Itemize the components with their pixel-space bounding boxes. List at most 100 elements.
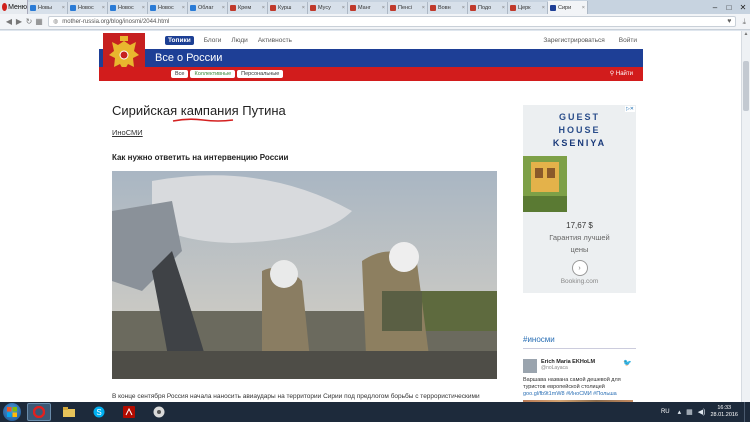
window-controls: – □ ✕	[708, 0, 750, 14]
tab-label: Новос	[78, 5, 94, 11]
folder-icon	[63, 407, 75, 417]
browser-tab[interactable]: Новос ×	[108, 2, 148, 14]
close-tab-icon[interactable]: ×	[182, 5, 185, 11]
site-title[interactable]: Все о России	[155, 52, 222, 64]
close-tab-icon[interactable]: ×	[502, 5, 505, 11]
maximize-icon[interactable]: □	[722, 3, 736, 12]
register-link[interactable]: Зарегистрироваться	[543, 37, 604, 44]
tab-label: Подо	[478, 5, 492, 11]
download-icon[interactable]: ⤓	[742, 17, 746, 27]
avatar[interactable]	[523, 359, 537, 373]
taskbar-acrobat[interactable]	[117, 403, 141, 421]
browser-tab[interactable]: Новы ×	[28, 2, 68, 14]
tweet-handle[interactable]: @noLayaca	[541, 365, 595, 371]
ad-next-icon[interactable]: ›	[571, 260, 588, 276]
tabs: Новы × Новос × Новос × Новос × Облаг × Крем × Курш × М…	[28, 1, 588, 14]
browser-tab[interactable]: Вовн ×	[428, 2, 468, 14]
browser-tab[interactable]: Подо ×	[468, 2, 508, 14]
taskbar-explorer[interactable]	[57, 403, 81, 421]
clock[interactable]: 16:33 28.01.2016	[710, 405, 738, 419]
start-button[interactable]	[3, 403, 21, 421]
forward-icon[interactable]: ▶	[14, 17, 24, 26]
close-tab-icon[interactable]: ×	[462, 5, 465, 11]
show-desktop-button[interactable]	[744, 402, 750, 422]
search-button[interactable]: ⚲ Найти	[610, 70, 633, 77]
taskbar-skype[interactable]: S	[87, 403, 111, 421]
language-indicator[interactable]: RU	[661, 409, 670, 415]
browser-tab[interactable]: Мусу ×	[308, 2, 348, 14]
browser-tab[interactable]: Облаг ×	[188, 2, 228, 14]
tab-label: Церк	[518, 5, 531, 11]
volume-icon[interactable]: ◀)	[698, 408, 706, 416]
ad-caption: Гарантия лучшей цены	[523, 232, 636, 256]
close-tab-icon[interactable]: ×	[542, 5, 545, 11]
reload-icon[interactable]: ↻	[24, 17, 34, 26]
source-link[interactable]: ИноСМИ	[112, 128, 502, 137]
clock-date: 28.01.2016	[710, 412, 738, 418]
close-tab-icon[interactable]: ×	[222, 5, 225, 11]
nav-topics[interactable]: Топики	[165, 35, 194, 45]
close-tab-icon[interactable]: ×	[262, 5, 265, 11]
site-header: Топики Блоги Люди Активность Зарегистрир…	[99, 31, 643, 81]
ad-caption-1: Гарантия лучшей	[549, 233, 610, 242]
nav-people[interactable]: Люди	[231, 37, 247, 44]
close-window-icon[interactable]: ✕	[736, 3, 750, 12]
taskbar-opera[interactable]	[27, 403, 51, 421]
favicon-icon	[550, 4, 556, 11]
tray-expand-icon[interactable]: ▴	[678, 408, 682, 416]
browser-tab[interactable]: Сири ×	[548, 1, 588, 14]
favicon-icon	[510, 5, 516, 11]
nav-activity[interactable]: Активность	[258, 37, 292, 44]
filter-personal[interactable]: Персональные	[237, 70, 284, 78]
close-tab-icon[interactable]: ×	[62, 5, 65, 11]
source-label: ИноСМИ	[112, 128, 143, 137]
hashtag-title[interactable]: #иносми	[523, 335, 636, 349]
bookmark-heart-icon[interactable]: ♥	[727, 18, 731, 25]
ad-price: 17,67 $	[566, 221, 593, 230]
address-bar: ◀ ▶ ↻ ▦ ◍ mother-russia.org/blog/inosmi/…	[0, 14, 750, 30]
tab-label: Пенсі	[398, 5, 413, 11]
close-tab-icon[interactable]: ×	[422, 5, 425, 11]
article-subtitle: Как нужно ответить на интервенцию России	[112, 153, 289, 162]
tweet-link[interactable]: goo.gl/fb9t1mW8 #ИноСМИ #Польша	[523, 391, 636, 398]
close-tab-icon[interactable]: ×	[302, 5, 305, 11]
top-nav: Топики Блоги Люди Активность Зарегистрир…	[99, 31, 643, 49]
browser-tab[interactable]: Церк ×	[508, 2, 548, 14]
sidebar-ad[interactable]: ▷✕ GUEST HOUSE KSENIYA 17,67 $ Гарантия …	[523, 105, 636, 293]
login-link[interactable]: Войти	[619, 37, 637, 44]
taskbar-media[interactable]	[147, 403, 171, 421]
filter-collective[interactable]: Коллективные	[190, 70, 236, 78]
close-tab-icon[interactable]: ×	[382, 5, 385, 11]
back-icon[interactable]: ◀	[4, 17, 14, 26]
minimize-icon[interactable]: –	[708, 3, 722, 12]
browser-tab[interactable]: Курш ×	[268, 2, 308, 14]
browser-tab[interactable]: Крем ×	[228, 2, 268, 14]
favicon-icon	[350, 5, 356, 11]
speed-dial-icon[interactable]: ▦	[34, 17, 44, 26]
browser-tab[interactable]: Манг ×	[348, 2, 388, 14]
page-viewport: Топики Блоги Люди Активность Зарегистрир…	[0, 31, 741, 402]
page-scrollbar[interactable]: ▲	[741, 31, 750, 402]
adchoices-icon[interactable]: ▷✕	[624, 106, 635, 112]
browser-tab[interactable]: Новос ×	[148, 2, 188, 14]
nav-blogs[interactable]: Блоги	[204, 37, 222, 44]
close-tab-icon[interactable]: ×	[582, 5, 585, 11]
browser-tab[interactable]: Пенсі ×	[388, 2, 428, 14]
tweet: Erich Maria EKHoLM @noLayaca 🐦	[523, 359, 636, 373]
close-tab-icon[interactable]: ×	[342, 5, 345, 11]
url-input[interactable]: ◍ mother-russia.org/blog/inosmi/2044.htm…	[48, 16, 737, 27]
opera-menu-button[interactable]: Меню	[0, 0, 28, 14]
close-tab-icon[interactable]: ×	[102, 5, 105, 11]
system-tray: RU ▴ ▦ ◀) 16:33 28.01.2016	[661, 402, 750, 422]
browser-tab[interactable]: Новос ×	[68, 2, 108, 14]
filter-all[interactable]: Все	[171, 70, 189, 78]
scroll-up-icon[interactable]: ▲	[742, 31, 750, 37]
article-lede: В конце сентября Россия начала наносить …	[112, 393, 480, 400]
favicon-icon	[270, 5, 276, 11]
network-icon[interactable]: ▦	[686, 408, 693, 416]
tab-label: Курш	[278, 5, 292, 11]
scroll-thumb[interactable]	[743, 61, 749, 111]
favicon-icon	[390, 5, 396, 11]
close-tab-icon[interactable]: ×	[142, 5, 145, 11]
article: Сирийская кампания Путина ИноСМИ Как нуж…	[112, 103, 502, 402]
